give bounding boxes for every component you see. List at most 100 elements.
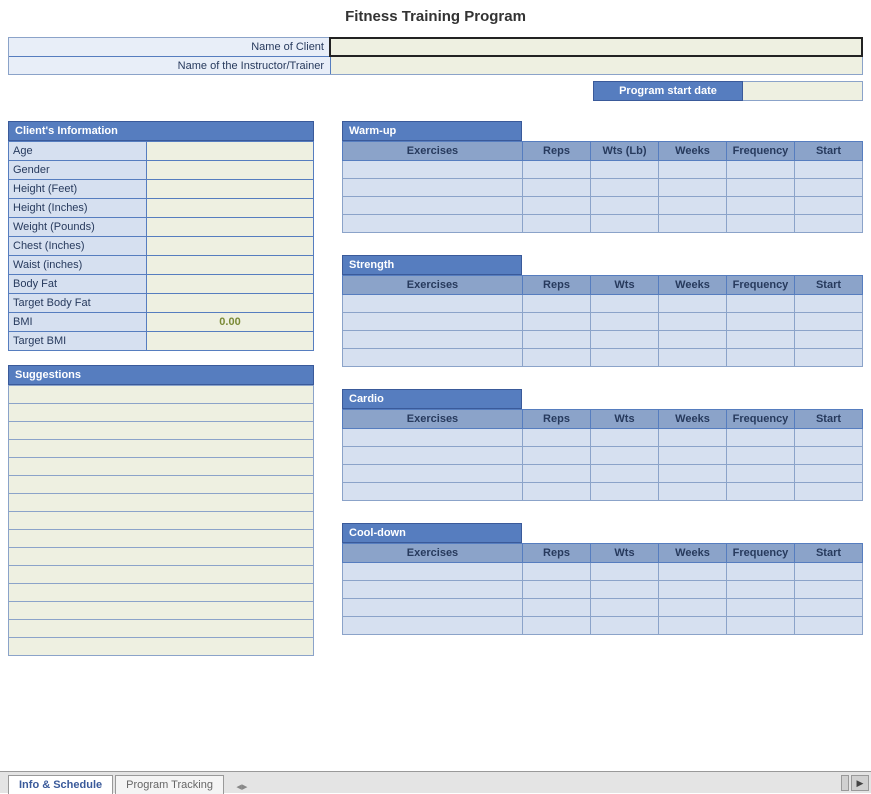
exercise-cell[interactable] — [727, 465, 795, 483]
program-start-date-input[interactable] — [743, 81, 863, 101]
exercise-cell[interactable] — [795, 483, 863, 501]
exercise-cell[interactable] — [727, 179, 795, 197]
exercise-cell[interactable] — [795, 331, 863, 349]
exercise-cell[interactable] — [343, 617, 523, 635]
exercise-cell[interactable] — [343, 483, 523, 501]
exercise-cell[interactable] — [727, 581, 795, 599]
info-row-value[interactable] — [147, 161, 314, 180]
exercise-cell[interactable] — [659, 349, 727, 367]
suggestion-cell[interactable] — [9, 530, 314, 548]
suggestion-cell[interactable] — [9, 386, 314, 404]
exercise-cell[interactable] — [523, 563, 591, 581]
exercise-cell[interactable] — [727, 599, 795, 617]
exercise-cell[interactable] — [795, 581, 863, 599]
exercise-cell[interactable] — [343, 179, 523, 197]
exercise-cell[interactable] — [591, 465, 659, 483]
suggestion-cell[interactable] — [9, 422, 314, 440]
exercise-cell[interactable] — [659, 215, 727, 233]
suggestion-cell[interactable] — [9, 458, 314, 476]
exercise-cell[interactable] — [727, 313, 795, 331]
exercise-cell[interactable] — [591, 161, 659, 179]
exercise-cell[interactable] — [727, 331, 795, 349]
info-row-value[interactable] — [147, 275, 314, 294]
exercise-cell[interactable] — [795, 465, 863, 483]
exercise-cell[interactable] — [523, 331, 591, 349]
exercise-cell[interactable] — [727, 429, 795, 447]
suggestion-cell[interactable] — [9, 584, 314, 602]
info-row-value[interactable] — [147, 237, 314, 256]
exercise-cell[interactable] — [795, 161, 863, 179]
exercise-cell[interactable] — [659, 599, 727, 617]
exercise-cell[interactable] — [727, 295, 795, 313]
exercise-cell[interactable] — [659, 179, 727, 197]
exercise-cell[interactable] — [727, 161, 795, 179]
exercise-cell[interactable] — [523, 465, 591, 483]
exercise-cell[interactable] — [659, 581, 727, 599]
exercise-cell[interactable] — [591, 215, 659, 233]
exercise-cell[interactable] — [591, 617, 659, 635]
scroll-right-button[interactable]: ▶ — [851, 775, 869, 791]
exercise-cell[interactable] — [523, 215, 591, 233]
exercise-cell[interactable] — [659, 563, 727, 581]
exercise-cell[interactable] — [659, 331, 727, 349]
exercise-cell[interactable] — [795, 179, 863, 197]
exercise-cell[interactable] — [659, 197, 727, 215]
exercise-cell[interactable] — [523, 447, 591, 465]
exercise-cell[interactable] — [795, 599, 863, 617]
exercise-cell[interactable] — [727, 349, 795, 367]
exercise-cell[interactable] — [591, 313, 659, 331]
exercise-cell[interactable] — [523, 161, 591, 179]
exercise-cell[interactable] — [591, 331, 659, 349]
suggestion-cell[interactable] — [9, 566, 314, 584]
exercise-cell[interactable] — [591, 349, 659, 367]
exercise-cell[interactable] — [343, 331, 523, 349]
exercise-cell[interactable] — [343, 215, 523, 233]
exercise-cell[interactable] — [343, 429, 523, 447]
suggestion-cell[interactable] — [9, 548, 314, 566]
client-name-input[interactable] — [330, 38, 862, 56]
exercise-cell[interactable] — [343, 447, 523, 465]
suggestion-cell[interactable] — [9, 404, 314, 422]
info-row-value[interactable] — [147, 256, 314, 275]
exercise-cell[interactable] — [591, 483, 659, 501]
suggestion-cell[interactable] — [9, 620, 314, 638]
info-row-value[interactable]: 0.00 — [147, 313, 314, 332]
exercise-cell[interactable] — [523, 599, 591, 617]
exercise-cell[interactable] — [659, 447, 727, 465]
exercise-cell[interactable] — [727, 617, 795, 635]
tab-options-icon[interactable]: ◂▸ — [230, 780, 254, 793]
exercise-cell[interactable] — [727, 197, 795, 215]
exercise-cell[interactable] — [343, 581, 523, 599]
exercise-cell[interactable] — [591, 197, 659, 215]
exercise-cell[interactable] — [523, 197, 591, 215]
exercise-cell[interactable] — [795, 313, 863, 331]
tab-program-tracking[interactable]: Program Tracking — [115, 775, 224, 794]
info-row-value[interactable] — [147, 332, 314, 351]
exercise-cell[interactable] — [523, 349, 591, 367]
exercise-cell[interactable] — [659, 465, 727, 483]
exercise-cell[interactable] — [795, 429, 863, 447]
exercise-cell[interactable] — [523, 617, 591, 635]
suggestion-cell[interactable] — [9, 494, 314, 512]
exercise-cell[interactable] — [795, 349, 863, 367]
suggestion-cell[interactable] — [9, 440, 314, 458]
exercise-cell[interactable] — [523, 179, 591, 197]
exercise-cell[interactable] — [795, 295, 863, 313]
exercise-cell[interactable] — [523, 581, 591, 599]
exercise-cell[interactable] — [727, 563, 795, 581]
exercise-cell[interactable] — [343, 599, 523, 617]
exercise-cell[interactable] — [795, 617, 863, 635]
exercise-cell[interactable] — [343, 349, 523, 367]
exercise-cell[interactable] — [343, 313, 523, 331]
info-row-value[interactable] — [147, 294, 314, 313]
exercise-cell[interactable] — [659, 429, 727, 447]
exercise-cell[interactable] — [523, 295, 591, 313]
exercise-cell[interactable] — [795, 215, 863, 233]
exercise-cell[interactable] — [659, 483, 727, 501]
exercise-cell[interactable] — [795, 197, 863, 215]
exercise-cell[interactable] — [591, 295, 659, 313]
exercise-cell[interactable] — [343, 197, 523, 215]
exercise-cell[interactable] — [659, 617, 727, 635]
exercise-cell[interactable] — [795, 447, 863, 465]
exercise-cell[interactable] — [343, 465, 523, 483]
